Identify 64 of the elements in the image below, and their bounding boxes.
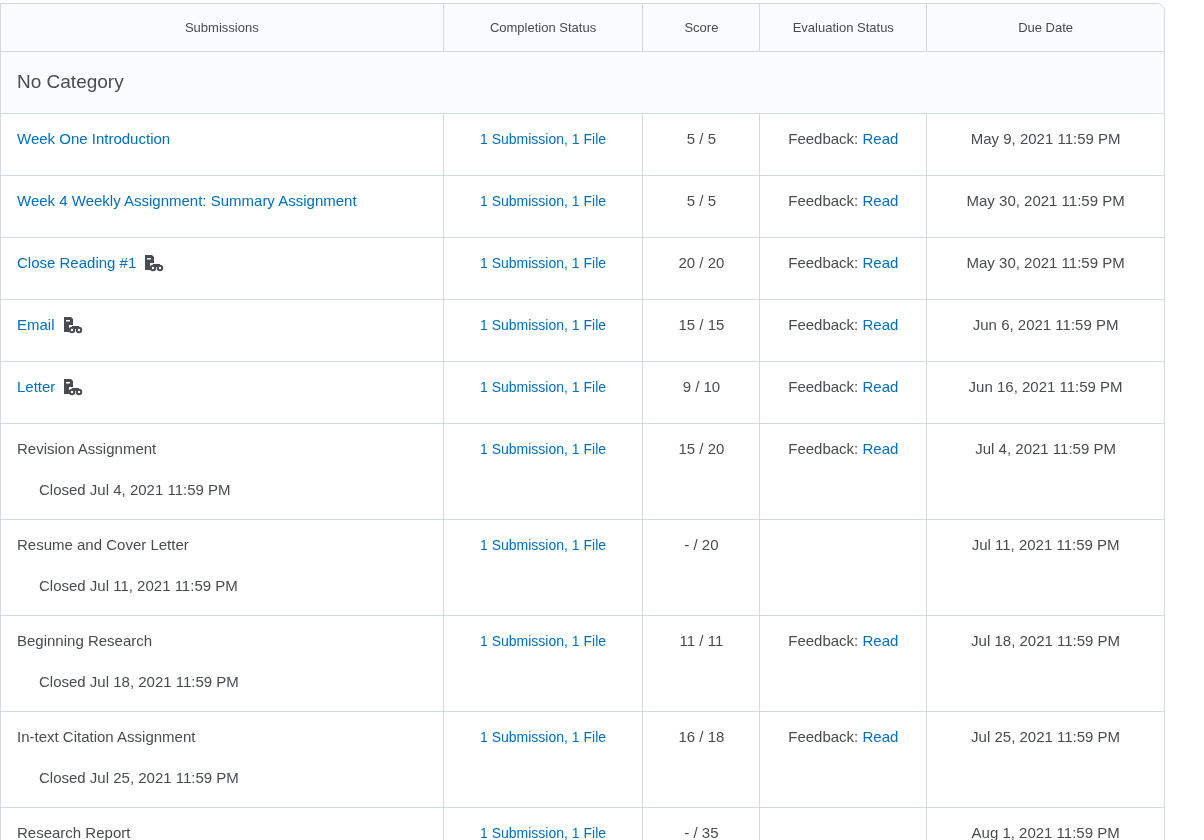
score: - / 35 [684,824,719,840]
due-date: Jul 11, 2021 11:59 PM [971,536,1120,553]
assignment-name: Revision Assignment [17,439,157,459]
category-heading: No Category [17,70,124,95]
closed-date: Closed Jul 4, 2021 11:59 PM [39,480,231,498]
assignment-link[interactable]: Week 4 Weekly Assignment: Summary Assignment [17,190,357,213]
submission-link[interactable]: 1 Submission, 1 File [480,379,607,395]
closed-date: Closed Jul 18, 2021 11:59 PM [39,672,239,690]
column-header: Score [684,18,719,37]
feedback-read-link[interactable]: Read [862,192,899,209]
submission-link[interactable]: 1 Submission, 1 File [480,255,607,271]
submission-link[interactable]: 1 Submission, 1 File [480,441,607,457]
assignment-link[interactable]: Week One Introduction [17,128,171,151]
submission-link[interactable]: 1 Submission, 1 File [480,131,607,147]
score: 5 / 5 [686,192,716,209]
submission-link[interactable]: 1 Submission, 1 File [480,729,607,745]
feedback-label: Feedback: [788,192,859,209]
score: 15 / 20 [678,440,725,457]
column-header: Completion Status [489,18,597,37]
due-date: May 30, 2021 11:59 PM [966,192,1125,209]
score: 5 / 5 [686,130,716,147]
score: 15 / 15 [678,316,725,333]
score: 20 / 20 [678,254,725,271]
feedback-read-link[interactable]: Read [862,316,899,333]
feedback-read-link[interactable]: Read [862,440,899,457]
score: 16 / 18 [678,728,725,745]
feedback-read-link[interactable]: Read [862,378,899,395]
assignment-name: Resume and Cover Letter [17,535,189,555]
submission-link[interactable]: 1 Submission, 1 File [480,317,607,333]
column-header: Due Date [1018,18,1074,37]
closed-date: Closed Jul 25, 2021 11:59 PM [39,768,239,786]
assignment-link[interactable]: Letter [17,376,56,399]
feedback-label: Feedback: [788,378,859,395]
score: 11 / 11 [679,632,724,649]
due-date: Jul 4, 2021 11:59 PM [975,440,1116,457]
column-header: Submissions [184,18,259,37]
submission-link[interactable]: 1 Submission, 1 File [480,825,607,840]
due-date: May 9, 2021 11:59 PM [970,130,1121,147]
feedback-label: Feedback: [788,130,859,147]
feedback-read-link[interactable]: Read [862,728,899,745]
feedback-label: Feedback: [788,316,859,333]
submission-link[interactable]: 1 Submission, 1 File [480,193,607,209]
assignment-name: Beginning Research [17,631,153,651]
score: - / 20 [684,536,719,553]
submission-link[interactable]: 1 Submission, 1 File [480,633,607,649]
feedback-read-link[interactable]: Read [862,254,899,271]
feedback-label: Feedback: [788,728,859,745]
score: 9 / 10 [682,378,721,395]
feedback-label: Feedback: [788,440,859,457]
column-header: Evaluation Status [792,18,894,37]
assignment-name: In-text Citation Assignment [17,727,196,747]
assignment-link[interactable]: Close Reading #1 [17,252,137,275]
due-date: Jun 16, 2021 11:59 PM [968,378,1123,395]
due-date: Jun 6, 2021 11:59 PM [972,316,1119,333]
due-date: Jul 18, 2021 11:59 PM [971,632,1121,649]
due-date: Jul 25, 2021 11:59 PM [971,728,1121,745]
feedback-read-link[interactable]: Read [862,632,899,649]
feedback-label: Feedback: [788,254,859,271]
feedback-label: Feedback: [788,632,859,649]
assignment-link[interactable]: Email [17,314,55,337]
submission-link[interactable]: 1 Submission, 1 File [480,537,607,553]
feedback-read-link[interactable]: Read [862,130,899,147]
closed-date: Closed Jul 11, 2021 11:59 PM [39,576,238,594]
due-date: May 30, 2021 11:59 PM [966,254,1125,271]
